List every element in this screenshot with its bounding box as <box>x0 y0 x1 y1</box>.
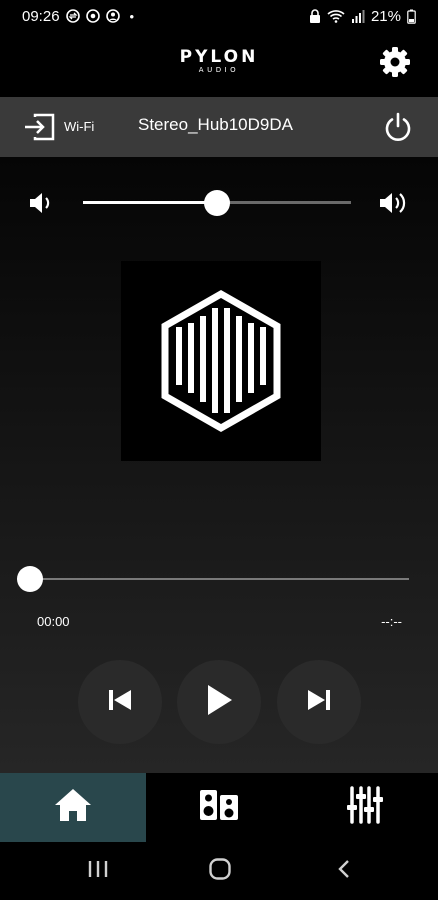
android-back-button[interactable] <box>331 858 357 884</box>
tab-speakers[interactable] <box>146 773 292 842</box>
player-area: 00:00 --:-- <box>0 157 438 773</box>
home-circle-icon <box>208 857 232 886</box>
progress-track <box>17 578 409 580</box>
tab-equalizer[interactable] <box>292 773 438 842</box>
home-icon <box>54 787 92 828</box>
swap-circle-icon <box>65 9 80 23</box>
speakers-icon <box>198 788 240 827</box>
wifi-icon <box>327 9 345 23</box>
status-bar: 09:26 • 21% <box>0 0 438 32</box>
pylon-hexagon-logo <box>121 289 321 465</box>
next-track-button[interactable] <box>277 660 361 744</box>
playback-progress-slider[interactable] <box>17 566 409 592</box>
power-icon <box>382 112 414 147</box>
settings-button[interactable] <box>378 46 412 83</box>
status-time: 09:26 <box>22 7 60 25</box>
signal-icon <box>351 9 365 23</box>
status-right: 21% <box>309 8 416 25</box>
android-home-button[interactable] <box>207 857 233 886</box>
play-button[interactable] <box>177 660 261 744</box>
volume-low-icon[interactable] <box>27 189 55 217</box>
battery-icon <box>407 9 416 24</box>
input-source-button[interactable] <box>22 112 56 142</box>
time-total: --:-- <box>381 614 402 629</box>
device-bar: Wi-Fi Stereo_Hub10D9DA <box>0 97 438 157</box>
volume-slider[interactable] <box>83 190 351 216</box>
source-label: Wi-Fi <box>64 119 95 134</box>
volume-fill <box>83 201 217 204</box>
android-nav-bar <box>0 842 438 900</box>
recent-apps-icon <box>87 859 109 884</box>
skip-next-icon <box>306 687 332 718</box>
battery-percent: 21% <box>370 7 401 25</box>
status-left: 09:26 • <box>22 8 134 25</box>
recent-apps-button[interactable] <box>85 858 111 884</box>
brand-name: PYLON <box>179 47 259 67</box>
brand-logo: PYLON AUDIO <box>0 48 438 75</box>
gear-icon <box>379 46 411 83</box>
progress-thumb[interactable] <box>17 566 43 592</box>
brand-subtitle: AUDIO <box>198 66 240 74</box>
lock-icon <box>309 9 321 23</box>
skip-previous-icon <box>107 687 133 718</box>
previous-track-button[interactable] <box>78 660 162 744</box>
status-dot: • <box>129 8 135 24</box>
volume-high-icon[interactable] <box>378 189 410 217</box>
time-current: 00:00 <box>37 614 70 629</box>
settings-circle-icon <box>85 9 100 23</box>
back-icon <box>334 858 354 885</box>
album-art <box>121 261 321 461</box>
account-circle-icon <box>105 9 120 23</box>
device-name[interactable]: Stereo_Hub10D9DA <box>138 115 293 135</box>
volume-thumb[interactable] <box>204 190 230 216</box>
play-icon <box>204 683 234 722</box>
app-header: PYLON AUDIO <box>0 32 438 97</box>
tab-home[interactable] <box>0 773 146 842</box>
bottom-nav <box>0 773 438 842</box>
equalizer-icon <box>347 785 383 830</box>
power-button[interactable] <box>382 111 414 143</box>
input-source-icon <box>22 113 56 146</box>
